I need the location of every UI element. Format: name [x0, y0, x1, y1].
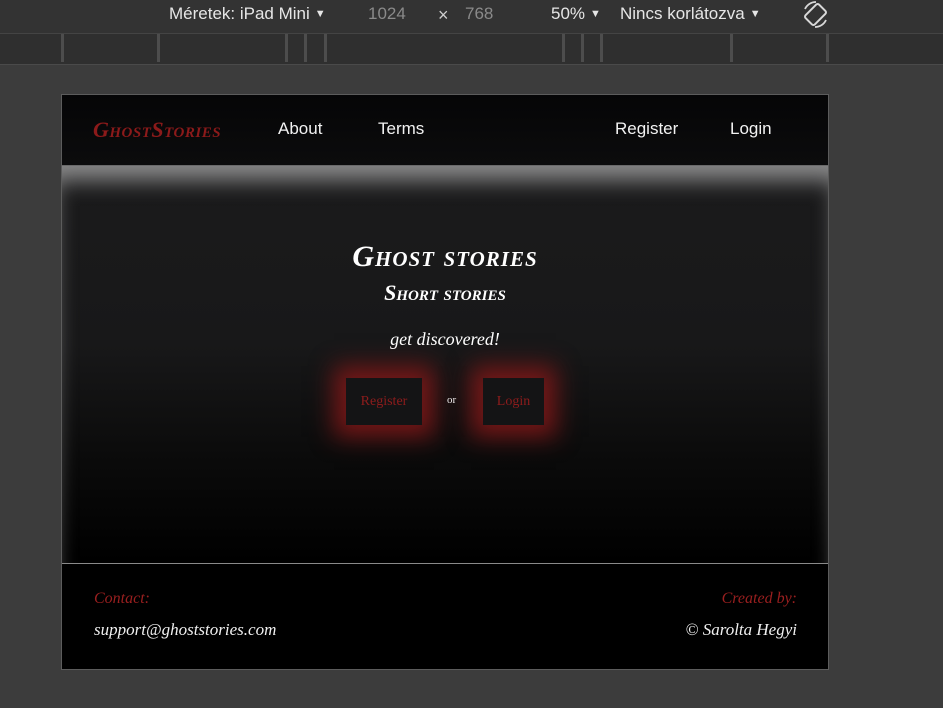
site-navbar: GhostStories About Terms Register Login: [62, 95, 828, 166]
media-query-marker[interactable]: [562, 34, 565, 62]
media-query-marker[interactable]: [730, 34, 733, 62]
hero-subtitle: Short stories: [384, 280, 506, 305]
height-input[interactable]: 768: [465, 4, 493, 24]
media-query-marker[interactable]: [600, 34, 603, 62]
register-button[interactable]: Register: [346, 378, 422, 425]
nav-terms-link[interactable]: Terms: [378, 119, 424, 139]
media-query-marker[interactable]: [581, 34, 584, 62]
brand-logo[interactable]: GhostStories: [93, 117, 221, 143]
device-select[interactable]: Méretek: iPad Mini ▼: [169, 4, 326, 24]
chevron-down-icon: ▼: [314, 8, 326, 20]
hero-title: Ghost stories: [352, 240, 538, 273]
throttling-label: Nincs korlátozva: [620, 4, 745, 23]
author-credit: © Sarolta Hegyi: [685, 620, 797, 639]
media-query-bar: [0, 33, 943, 65]
rotate-icon[interactable]: [800, 0, 831, 29]
site-footer: Contact: support@ghoststories.com Create…: [62, 563, 828, 669]
nav-login-link[interactable]: Login: [730, 119, 772, 139]
device-select-label: Méretek: iPad Mini: [169, 4, 310, 23]
nav-register-link[interactable]: Register: [615, 119, 678, 139]
login-button[interactable]: Login: [483, 378, 544, 425]
device-viewport: GhostStories About Terms Register Login …: [61, 94, 829, 670]
media-query-marker[interactable]: [157, 34, 160, 62]
zoom-select[interactable]: 50% ▼: [551, 4, 601, 24]
hero-section: Ghost stories Short stories get discover…: [62, 166, 828, 563]
width-input[interactable]: 1024: [368, 4, 406, 24]
hero-tagline: get discovered!: [390, 329, 500, 349]
zoom-label: 50%: [551, 4, 586, 23]
media-query-marker[interactable]: [304, 34, 307, 62]
contact-label: Contact:: [94, 590, 150, 607]
media-query-marker[interactable]: [61, 34, 64, 62]
chevron-down-icon: ▼: [749, 8, 761, 20]
chevron-down-icon: ▼: [590, 8, 601, 20]
media-query-marker[interactable]: [826, 34, 829, 62]
contact-email[interactable]: support@ghoststories.com: [94, 620, 276, 640]
times-icon: ×: [438, 5, 449, 25]
or-label: or: [447, 394, 457, 406]
throttling-select[interactable]: Nincs korlátozva ▼: [620, 4, 761, 24]
created-by-label: Created by:: [721, 590, 797, 607]
nav-about-link[interactable]: About: [278, 119, 322, 139]
media-query-marker[interactable]: [324, 34, 327, 62]
media-query-marker[interactable]: [285, 34, 288, 62]
devtools-device-toolbar: Méretek: iPad Mini ▼ 1024 × 768 50% ▼ Ninc…: [0, 0, 943, 33]
